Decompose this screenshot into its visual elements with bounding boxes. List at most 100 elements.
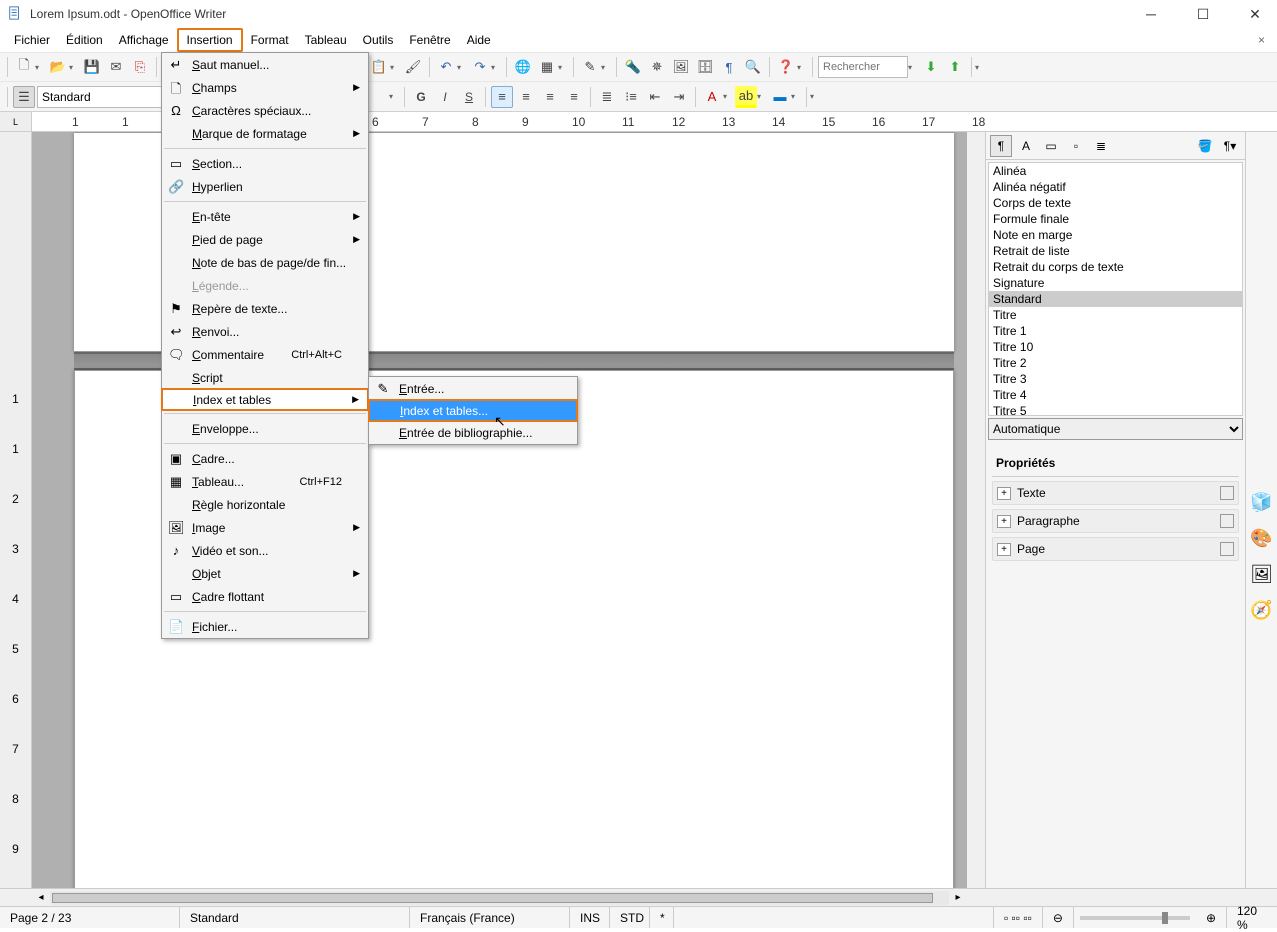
style-item[interactable]: Titre 3 <box>989 371 1242 387</box>
menu-tableau[interactable]: Tableau <box>297 30 355 50</box>
align-right-button[interactable]: ≡ <box>539 86 561 108</box>
menu-item[interactable]: ΩCaractères spéciaux... <box>162 99 368 122</box>
menu-item[interactable]: ⚑Repère de texte... <box>162 297 368 320</box>
font-color-button[interactable]: A <box>701 86 723 108</box>
menu-item[interactable]: En-tête▶ <box>162 205 368 228</box>
menu-item[interactable]: 🗨CommentaireCtrl+Alt+C <box>162 343 368 366</box>
redo-button[interactable]: ↷ <box>469 56 491 78</box>
vertical-ruler[interactable]: 1123456789 <box>0 132 32 888</box>
status-style[interactable]: Standard <box>180 907 410 928</box>
search-field[interactable] <box>818 56 908 78</box>
table-button[interactable]: ▦ <box>536 56 558 78</box>
menu-item[interactable]: ▭Section... <box>162 152 368 175</box>
menu-item[interactable]: ▭Cadre flottant <box>162 585 368 608</box>
maximize-button[interactable]: ☐ <box>1189 6 1217 23</box>
navigator-button[interactable]: ✵ <box>646 56 668 78</box>
menu-fenetre[interactable]: Fenêtre <box>401 30 458 50</box>
menu-item[interactable]: Objet▶ <box>162 562 368 585</box>
menu-item[interactable]: ↵Saut manuel... <box>162 53 368 76</box>
menu-format[interactable]: Format <box>243 30 297 50</box>
prop-section-texte[interactable]: +Texte <box>992 481 1239 505</box>
para-styles-button[interactable]: ¶ <box>990 135 1012 157</box>
zoom-button[interactable]: 🔍 <box>742 56 764 78</box>
style-item[interactable]: Titre 5 <box>989 403 1242 416</box>
status-modified[interactable]: * <box>650 907 674 928</box>
style-item[interactable]: Titre <box>989 307 1242 323</box>
find-button[interactable]: 🔦 <box>622 56 644 78</box>
style-item[interactable]: Titre 4 <box>989 387 1242 403</box>
save-button[interactable]: 💾 <box>81 56 103 78</box>
menu-item[interactable]: 🔗Hyperlien <box>162 175 368 198</box>
style-item[interactable]: Standard <box>989 291 1242 307</box>
menu-item[interactable]: Index et tables... <box>368 399 578 422</box>
nonprinting-button[interactable]: ¶ <box>718 56 740 78</box>
menu-item[interactable]: ✎Entrée... <box>369 377 577 400</box>
menu-edition[interactable]: Édition <box>58 30 111 50</box>
bold-button[interactable]: G <box>410 86 432 108</box>
datasource-button[interactable]: 🗄 <box>694 56 716 78</box>
search-input[interactable] <box>823 61 903 73</box>
char-styles-button[interactable]: A <box>1015 135 1037 157</box>
format-paint-button[interactable]: 🖌 <box>402 56 424 78</box>
style-list[interactable]: AlinéaAlinéa négatifCorps de texteFormul… <box>988 162 1243 416</box>
status-std[interactable]: STD <box>610 907 650 928</box>
align-justify-button[interactable]: ≡ <box>563 86 585 108</box>
status-ins[interactable]: INS <box>570 907 610 928</box>
prop-section-page[interactable]: +Page <box>992 537 1239 561</box>
align-center-button[interactable]: ≡ <box>515 86 537 108</box>
bg-color-button[interactable]: ▬ <box>769 86 791 108</box>
menu-item[interactable]: Règle horizontale <box>162 493 368 516</box>
frame-styles-button[interactable]: ▭ <box>1040 135 1062 157</box>
status-page[interactable]: Page 2 / 23 <box>0 907 180 928</box>
style-item[interactable]: Titre 1 <box>989 323 1242 339</box>
menu-item[interactable]: Enveloppe... <box>162 417 368 440</box>
drawing-button[interactable]: ✎ <box>579 56 601 78</box>
fill-format-button[interactable]: 🪣 <box>1194 135 1216 157</box>
menu-aide[interactable]: Aide <box>459 30 499 50</box>
document-close-button[interactable]: × <box>1252 33 1271 47</box>
menu-item[interactable]: 🖼Image▶ <box>162 516 368 539</box>
menu-insertion[interactable]: Insertion <box>177 28 243 52</box>
help-button[interactable]: ❓ <box>775 56 797 78</box>
new-button[interactable]: 🗋 <box>13 56 35 78</box>
find-prev-button[interactable]: ⬇ <box>920 56 942 78</box>
menu-item[interactable]: 🗋Champs▶ <box>162 76 368 99</box>
gallery-button[interactable]: 🖼 <box>670 56 692 78</box>
italic-button[interactable]: I <box>434 86 456 108</box>
highlight-button[interactable]: ab <box>735 86 757 108</box>
menu-item[interactable]: Index et tables▶ <box>161 388 369 411</box>
menu-item[interactable]: Marque de formatage▶ <box>162 122 368 145</box>
styles-button[interactable]: ☰ <box>13 86 35 108</box>
gallery-icon[interactable]: 🎨 <box>1250 528 1274 552</box>
close-button[interactable]: ✕ <box>1241 6 1269 23</box>
status-view-icons[interactable]: ▫ ▫▫ ▫▫ <box>994 907 1043 928</box>
style-item[interactable]: Titre 2 <box>989 355 1242 371</box>
vertical-scrollbar[interactable] <box>967 132 985 888</box>
image-icon[interactable]: 🖼 <box>1250 564 1274 588</box>
menu-affichage[interactable]: Affichage <box>111 30 177 50</box>
prop-section-paragraphe[interactable]: +Paragraphe <box>992 509 1239 533</box>
menu-item[interactable]: ▦Tableau...Ctrl+F12 <box>162 470 368 493</box>
underline-button[interactable]: S <box>458 86 480 108</box>
style-filter-select[interactable]: Automatique <box>988 418 1243 440</box>
style-item[interactable]: Note en marge <box>989 227 1242 243</box>
menu-item[interactable]: 📄Fichier... <box>162 615 368 638</box>
zoom-slider[interactable] <box>1080 916 1190 920</box>
status-zoom-out[interactable]: ⊖ <box>1043 907 1074 928</box>
style-item[interactable]: Corps de texte <box>989 195 1242 211</box>
email-button[interactable]: ✉ <box>105 56 127 78</box>
style-item[interactable]: Alinéa négatif <box>989 179 1242 195</box>
undo-button[interactable]: ↶ <box>435 56 457 78</box>
cube-icon[interactable]: 🧊 <box>1250 492 1274 516</box>
status-zoom-pct[interactable]: 120 % <box>1227 907 1277 928</box>
page-styles-button[interactable]: ▫ <box>1065 135 1087 157</box>
style-filter[interactable]: Automatique <box>988 418 1243 440</box>
menu-item[interactable]: Script <box>162 366 368 389</box>
bullet-list-button[interactable]: ⁝≡ <box>620 86 642 108</box>
style-item[interactable]: Retrait de liste <box>989 243 1242 259</box>
style-item[interactable]: Retrait du corps de texte <box>989 259 1242 275</box>
style-item[interactable]: Alinéa <box>989 163 1242 179</box>
style-item[interactable]: Formule finale <box>989 211 1242 227</box>
menu-item[interactable]: ▣Cadre... <box>162 447 368 470</box>
menu-item[interactable]: Note de bas de page/de fin... <box>162 251 368 274</box>
